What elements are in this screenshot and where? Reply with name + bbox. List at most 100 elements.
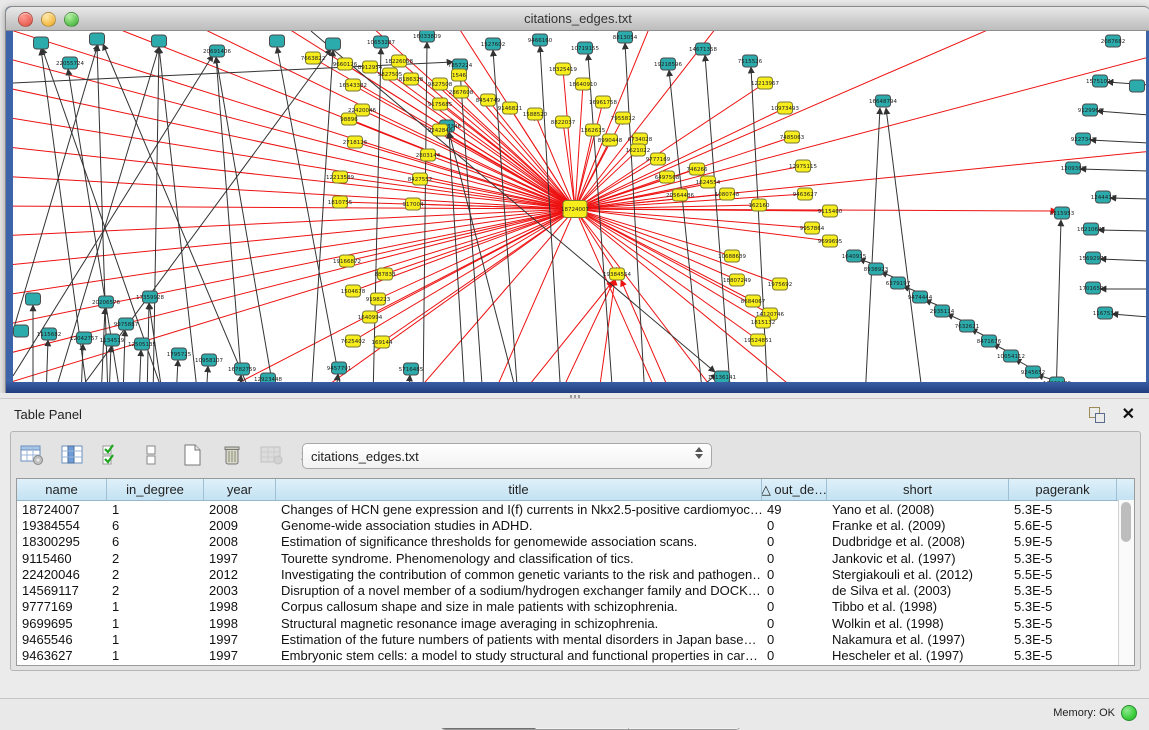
graph-node[interactable]: 8822037 [551,116,576,128]
graph-node[interactable]: 2935114 [930,305,955,317]
graph-node[interactable] [1130,80,1145,92]
graph-node[interactable]: 1209388 [1061,162,1086,174]
graph-node[interactable]: 7485063 [780,131,805,143]
show-column-icon[interactable] [59,442,85,468]
float-window-icon[interactable] [1089,407,1105,423]
graph-node[interactable]: 9175685 [428,98,453,110]
graph-node[interactable]: 7632621 [955,320,980,332]
graph-node[interactable]: 1795725 [167,348,192,360]
graph-node[interactable]: 1546 [452,69,467,81]
graph-node[interactable]: 16961758 [589,96,617,108]
graph-node[interactable]: 8427552 [408,173,433,185]
graph-node[interactable]: 9957864 [800,222,825,234]
scrollbar-thumb[interactable] [1121,502,1131,542]
graph-node[interactable]: 9466160 [528,34,553,46]
create-column-icon[interactable] [179,442,205,468]
graph-node[interactable] [34,37,49,49]
graph-node[interactable]: 1621022 [626,144,651,156]
graph-node[interactable]: 10688639 [718,250,746,262]
graph-node[interactable]: 10719155 [571,42,599,54]
graph-node[interactable]: 20691406 [203,45,231,57]
unselect-all-columns-icon[interactable] [139,442,165,468]
graph-node[interactable]: 16210643 [1077,223,1105,235]
column-header-name[interactable]: name [17,479,107,500]
graph-node[interactable]: 1975692 [768,278,793,290]
select-all-columns-icon[interactable] [99,442,125,468]
graph-node[interactable]: 18640910 [569,78,597,90]
network-table-dropdown[interactable]: citations_edges.txt [302,443,712,469]
graph-node[interactable] [326,38,341,50]
graph-node[interactable]: 917004 [403,198,424,210]
zoom-window-icon[interactable] [64,12,79,27]
close-icon[interactable]: ✕ [1122,404,1135,424]
table-row[interactable]: 969969511998Structural magnetic resonanc… [17,615,1134,631]
column-header-title[interactable]: title [276,479,762,500]
graph-node[interactable]: 10654112 [997,350,1025,362]
graph-node[interactable]: 1504678 [341,285,366,297]
graph-node[interactable]: 12213967 [751,77,779,89]
graph-node[interactable] [14,325,29,337]
graph-node[interactable]: 17016504 [1079,282,1107,294]
table-row[interactable]: 911546021997Tourette syndrome. Phenomeno… [17,550,1134,566]
graph-node[interactable]: 887833 [375,268,396,280]
graph-node[interactable]: 5716485 [399,363,424,375]
graph-node[interactable]: 9660126 [333,58,358,70]
graph-node[interactable]: 15751074 [1086,75,1114,87]
graph-node[interactable]: 12975115 [789,160,817,172]
close-window-icon[interactable] [18,12,33,27]
graph-node[interactable]: 10653287 [367,36,395,48]
graph-node[interactable] [152,35,167,47]
graph-node[interactable]: 8215953 [1050,207,1075,219]
column-header-year[interactable]: year [204,479,276,500]
graph-node[interactable]: 1362615 [581,124,606,136]
table-row[interactable]: 1456911722003Disruption of a novel membe… [17,582,1134,598]
graph-node[interactable]: 2718126 [343,136,368,148]
graph-node[interactable]: 18325419 [549,63,577,75]
graph-node[interactable]: 18724007 [561,201,589,218]
table-row[interactable]: 977716911998Corpus callosum shape and si… [17,599,1134,615]
graph-node[interactable]: 1624554 [696,176,721,188]
table-row[interactable]: 1872400712008Changes of HCN gene express… [17,501,1134,517]
graph-node[interactable]: 9463627 [793,188,818,200]
graph-node[interactable] [26,293,41,305]
graph-node[interactable]: 2087682 [1101,35,1126,47]
table-mode-icon[interactable] [19,442,45,468]
network-canvas[interactable]: 2205572420691406106532871603380978572241… [13,31,1146,383]
graph-node[interactable]: 12505135 [128,338,156,350]
graph-node[interactable]: 9777169 [646,153,671,165]
column-header-pagerank[interactable]: pagerank [1009,479,1117,500]
window-titlebar[interactable]: citations_edges.txt [6,7,1149,31]
minimize-window-icon[interactable] [41,12,56,27]
graph-node[interactable] [90,33,105,45]
graph-node[interactable]: 15692971 [1079,252,1107,264]
graph-node[interactable]: 16648794 [869,95,897,107]
table-row[interactable]: 1938455462009Genome-wide association stu… [17,517,1134,533]
column-header-in-degree[interactable]: in_degree [107,479,204,500]
graph-node[interactable]: 16782759 [228,363,256,375]
graph-node[interactable]: 22055724 [56,57,84,69]
delete-table-icon[interactable] [259,442,285,468]
graph-node[interactable]: 169144 [372,336,393,348]
graph-node[interactable]: 9227343 [1071,133,1096,145]
graph-node[interactable]: 19524851 [744,334,772,346]
graph-node[interactable]: 9699695 [818,235,843,247]
delete-column-icon[interactable] [219,442,245,468]
graph-node[interactable]: 1115682 [37,328,62,340]
graph-node[interactable]: 1244413 [1091,191,1116,203]
graph-node[interactable]: 9129966 [1078,104,1103,116]
graph-node[interactable]: 14671358 [689,43,717,55]
graph-node[interactable]: 1167534 [1093,307,1118,319]
graph-node[interactable]: 746266 [687,163,708,175]
table-row[interactable]: 2242004622012Investigating the contribut… [17,566,1134,582]
column-header-out-de-[interactable]: △ out_de… [762,479,827,500]
column-header-short[interactable]: short [827,479,1009,500]
graph-node[interactable] [270,35,285,47]
table-row[interactable]: 946362711997Embryonic stem cells: a mode… [17,648,1134,664]
graph-node[interactable]: 98896 [340,113,358,125]
graph-node[interactable]: 162160 [749,199,770,211]
graph-node[interactable]: 9115460 [818,205,843,217]
graph-node[interactable]: 1527602 [481,38,506,50]
graph-node[interactable]: 9975887 [114,318,139,330]
graph-node[interactable]: 9457791 [327,362,352,374]
graph-node[interactable]: 1810755 [328,196,353,208]
